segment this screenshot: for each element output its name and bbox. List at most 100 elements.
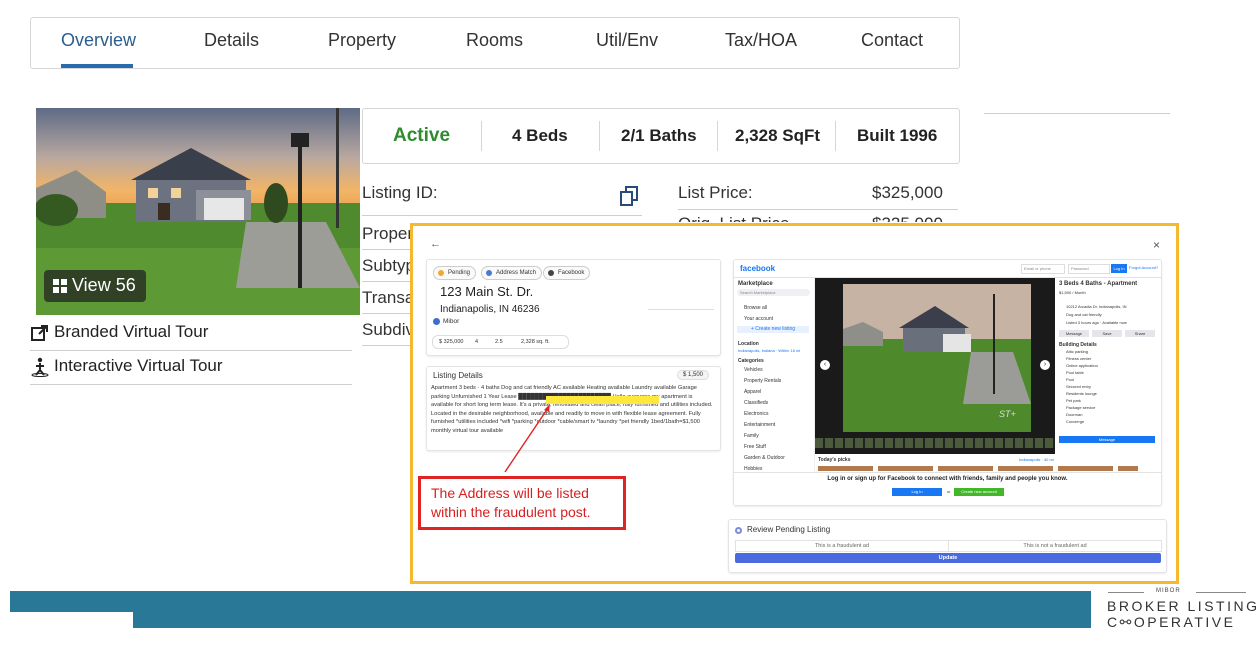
tab-tax-hoa[interactable]: Tax/HOA bbox=[725, 30, 797, 51]
property-label: Proper bbox=[362, 224, 414, 243]
tab-details[interactable]: Details bbox=[204, 30, 259, 51]
address-match-pill: Address Match bbox=[481, 266, 543, 280]
category-item[interactable]: Garden & Outdoor bbox=[744, 455, 785, 461]
redacted-address-highlight bbox=[546, 396, 659, 404]
category-item[interactable]: Apparel bbox=[744, 389, 761, 395]
fb-message-button[interactable]: Message bbox=[1059, 330, 1089, 337]
list-price-value: $325,000 bbox=[872, 183, 943, 202]
listing-id-label: Listing ID: bbox=[362, 183, 438, 202]
fb-create-account-button[interactable]: Create new account bbox=[954, 488, 1004, 496]
update-button[interactable]: Update bbox=[735, 553, 1161, 563]
fb-prompt-login-button[interactable]: Log In bbox=[892, 488, 942, 496]
listing-stats: $ 325,000 4 2.5 2,328 sq. ft. bbox=[432, 335, 569, 349]
facebook-password-field[interactable]: Password bbox=[1068, 264, 1110, 274]
facebook-email-field[interactable]: Email or phone bbox=[1021, 264, 1065, 274]
external-link-icon bbox=[31, 325, 48, 341]
close-icon[interactable]: × bbox=[1153, 238, 1160, 252]
watermark: ST+ bbox=[999, 409, 1016, 419]
fb-listing-price: $1,500 / Month bbox=[1059, 290, 1086, 295]
facebook-logo: facebook bbox=[740, 264, 776, 273]
interactive-virtual-tour-link[interactable]: Interactive Virtual Tour bbox=[30, 354, 352, 385]
not-fraudulent-option[interactable]: This is not a fraudulent ad bbox=[948, 540, 1162, 552]
tab-rooms[interactable]: Rooms bbox=[466, 30, 523, 51]
fb-building-item: Attic parking bbox=[1066, 349, 1089, 354]
fb-building-title: Building Details bbox=[1059, 342, 1097, 348]
built-value: Built 1996 bbox=[857, 126, 938, 145]
fb-building-item: Doorman bbox=[1066, 412, 1083, 417]
category-item[interactable]: Entertainment bbox=[744, 422, 775, 428]
annotation-callout: The Address will be listed within the fr… bbox=[418, 476, 626, 530]
orig-list-price-row: Orig. List Price $325,000 bbox=[678, 210, 963, 222]
divider bbox=[984, 113, 1170, 114]
fb-share-button[interactable]: Share bbox=[1125, 330, 1155, 337]
subtype-label: Subtyp bbox=[362, 256, 415, 275]
chevron-left-icon[interactable]: ‹ bbox=[820, 360, 830, 370]
source-label: Mibor bbox=[443, 318, 460, 325]
fb-building-item: Online application bbox=[1066, 363, 1098, 368]
fb-listing-title: 3 Beds 4 Baths - Apartment bbox=[1059, 281, 1138, 287]
tab-util-env[interactable]: Util/Env bbox=[596, 30, 658, 51]
list-price-label: List Price: bbox=[678, 183, 753, 202]
person-walking-icon bbox=[31, 357, 49, 377]
create-listing-button[interactable]: + Create new listing bbox=[737, 326, 809, 333]
footer-bar bbox=[10, 591, 1091, 628]
category-item[interactable]: Free Stuff bbox=[744, 444, 766, 450]
tab-property[interactable]: Property bbox=[328, 30, 396, 51]
facebook-search-input[interactable]: Search Marketplace bbox=[737, 289, 810, 296]
footer-org: MIBOR bbox=[1156, 588, 1181, 594]
tab-overview[interactable]: Overview bbox=[61, 30, 136, 51]
status-badge: Active bbox=[393, 125, 451, 146]
view-photos-button[interactable]: View 56 bbox=[44, 270, 146, 302]
pending-pill: Pending bbox=[433, 266, 477, 280]
view-photos-label: View 56 bbox=[72, 275, 136, 295]
category-item[interactable]: Property Rentals bbox=[744, 378, 781, 384]
tab-contact[interactable]: Contact bbox=[861, 30, 923, 51]
interactive-virtual-tour-label: Interactive Virtual Tour bbox=[54, 356, 223, 375]
fb-building-item: Package service bbox=[1066, 405, 1096, 410]
facebook-login-button[interactable]: Log In bbox=[1111, 264, 1127, 273]
category-item[interactable]: Family bbox=[744, 433, 759, 439]
transaction-label: Transa bbox=[362, 288, 415, 307]
todays-picks-location[interactable]: Indianapolis · 40 mi bbox=[1019, 457, 1054, 462]
facebook-marketplace-title: Marketplace bbox=[738, 281, 773, 287]
category-item[interactable]: Electronics bbox=[744, 411, 768, 417]
verified-icon bbox=[433, 318, 440, 325]
beds-value: 4 Beds bbox=[512, 126, 568, 145]
address-line2: Indianapolis, IN 46236 bbox=[440, 304, 540, 315]
review-pending-card: Review Pending Listing This is a fraudul… bbox=[728, 519, 1167, 573]
fb-building-item: Pool bbox=[1066, 377, 1075, 382]
facebook-listing-photo[interactable]: ST+ ‹ › bbox=[815, 278, 1055, 454]
category-item[interactable]: Classifieds bbox=[744, 400, 768, 406]
fb-message-seller-button[interactable]: Message bbox=[1059, 436, 1155, 443]
fb-building-item: Fitness center bbox=[1066, 356, 1092, 361]
fb-or-label: or bbox=[947, 489, 951, 494]
facebook-forgot-link[interactable]: Forgot Account? bbox=[1129, 265, 1158, 270]
fb-save-button[interactable]: Save bbox=[1092, 330, 1122, 337]
facebook-pill: Facebook bbox=[543, 266, 591, 280]
facebook-login-prompt: Log in or sign up for Facebook to connec… bbox=[734, 472, 1161, 505]
copy-icon[interactable] bbox=[620, 186, 638, 206]
fb-listing-info: Dog and cat friendly bbox=[1066, 312, 1102, 317]
location-title: Location bbox=[738, 341, 759, 347]
fraudulent-option[interactable]: This is a fraudulent ad bbox=[735, 540, 949, 552]
footer-logo-line1: BROKER LISTING bbox=[1107, 598, 1257, 614]
thumbnail-strip[interactable] bbox=[815, 438, 1055, 448]
tab-bar: Overview Details Property Rooms Util/Env… bbox=[30, 17, 960, 69]
todays-picks-thumbnails[interactable] bbox=[818, 466, 1138, 471]
location-value[interactable]: Indianapolis, Indiana · Within 16 mi bbox=[738, 348, 800, 353]
chevron-right-icon[interactable]: › bbox=[1040, 360, 1050, 370]
annotation-arrow-icon bbox=[504, 404, 550, 473]
listing-details-card: Listing Details $ 1,500 Apartment 3 beds… bbox=[426, 366, 721, 451]
sidebar-item-browse[interactable]: Browse all bbox=[744, 305, 767, 311]
listing-summary-strip: Active 4 Beds 2/1 Baths 2,328 SqFt Built… bbox=[362, 108, 960, 164]
subdivision-label: Subdiv bbox=[362, 320, 414, 339]
fb-login-prompt-text: Log in or sign up for Facebook to connec… bbox=[827, 476, 1068, 482]
address-line1: 123 Main St. Dr. bbox=[440, 284, 534, 299]
footer-logo-line2: C⚯OPERATIVE bbox=[1107, 614, 1236, 630]
branded-virtual-tour-link[interactable]: Branded Virtual Tour bbox=[30, 320, 352, 351]
sidebar-item-account[interactable]: Your account bbox=[744, 316, 773, 322]
fb-building-item: Residents lounge bbox=[1066, 391, 1097, 396]
divider bbox=[362, 215, 642, 216]
category-item[interactable]: Vehicles bbox=[744, 367, 763, 373]
back-arrow-icon[interactable]: ← bbox=[430, 238, 441, 250]
